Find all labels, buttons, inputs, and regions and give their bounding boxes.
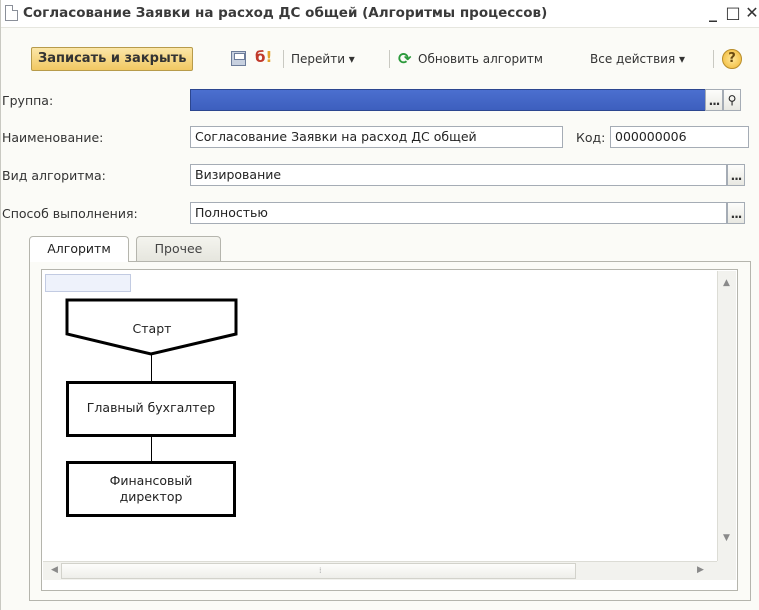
scroll-right-icon[interactable]: ▶	[691, 561, 710, 580]
scroll-left-icon[interactable]: ◀	[45, 561, 64, 580]
code-field[interactable]: 000000006	[610, 126, 749, 148]
scroll-corner	[717, 561, 736, 580]
execution-method-field[interactable]: Полностью	[190, 202, 727, 224]
close-button[interactable]: ✕	[742, 3, 759, 23]
scroll-up-icon[interactable]: ▲	[717, 274, 736, 293]
save-and-close-button[interactable]: Записать и закрыть	[31, 47, 194, 71]
connector-line	[151, 437, 152, 461]
refresh-algorithm-button[interactable]: Обновить алгоритм	[418, 47, 543, 71]
selection-box	[45, 274, 131, 292]
group-field[interactable]	[190, 89, 706, 111]
form-window: Согласование Заявки на расход ДС общей (…	[0, 0, 759, 610]
tab-other[interactable]: Прочее	[136, 236, 221, 261]
name-field[interactable]: Согласование Заявки на расход ДС общей	[190, 126, 563, 148]
group-label: Группа:	[2, 93, 54, 108]
window-title: Согласование Заявки на расход ДС общей (…	[23, 5, 548, 21]
help-icon[interactable]: ?	[722, 49, 742, 69]
scroll-down-icon[interactable]: ▼	[717, 529, 736, 548]
toolbar-separator	[283, 50, 284, 68]
group-select-button[interactable]: ...	[705, 89, 723, 111]
algorithm-type-field[interactable]: Визирование	[190, 164, 727, 186]
document-icon	[5, 5, 18, 21]
start-node-label: Старт	[132, 321, 172, 336]
financial-director-label-line1: Финансовый	[109, 473, 193, 488]
tab-algorithm[interactable]: Алгоритм	[29, 236, 129, 262]
search-icon: ⚲	[727, 93, 737, 107]
toolbar-separator	[713, 50, 714, 68]
vertical-scrollbar[interactable]	[717, 271, 736, 561]
group-search-button[interactable]: ⚲	[723, 89, 741, 111]
name-label: Наименование:	[2, 130, 104, 145]
financial-director-label-line2: директор	[119, 489, 183, 504]
all-actions-menu[interactable]: Все действия ▾	[590, 47, 685, 71]
refresh-icon[interactable]: ⟳	[398, 47, 411, 71]
toolbar: Записать и закрыть б! Перейти ▾ ⟳ Обнови…	[1, 28, 759, 78]
minimize-button[interactable]: _	[703, 3, 723, 23]
toolbar-separator	[389, 50, 390, 68]
execution-method-select-button[interactable]: ...	[727, 202, 745, 224]
dt-kt-icon[interactable]: б!	[255, 48, 272, 66]
goto-menu[interactable]: Перейти ▾	[291, 47, 355, 71]
algorithm-type-label: Вид алгоритма:	[2, 168, 106, 183]
execution-method-label: Способ выполнения:	[2, 206, 138, 221]
grip-icon: ⁞	[319, 566, 322, 575]
chief-accountant-label: Главный бухгалтер	[86, 400, 216, 415]
maximize-button[interactable]: □	[723, 3, 743, 23]
title-bar: Согласование Заявки на расход ДС общей (…	[1, 0, 759, 28]
connector-line	[151, 354, 152, 381]
code-label: Код:	[576, 130, 606, 145]
algorithm-type-select-button[interactable]: ...	[727, 164, 745, 186]
save-icon[interactable]	[231, 51, 246, 66]
